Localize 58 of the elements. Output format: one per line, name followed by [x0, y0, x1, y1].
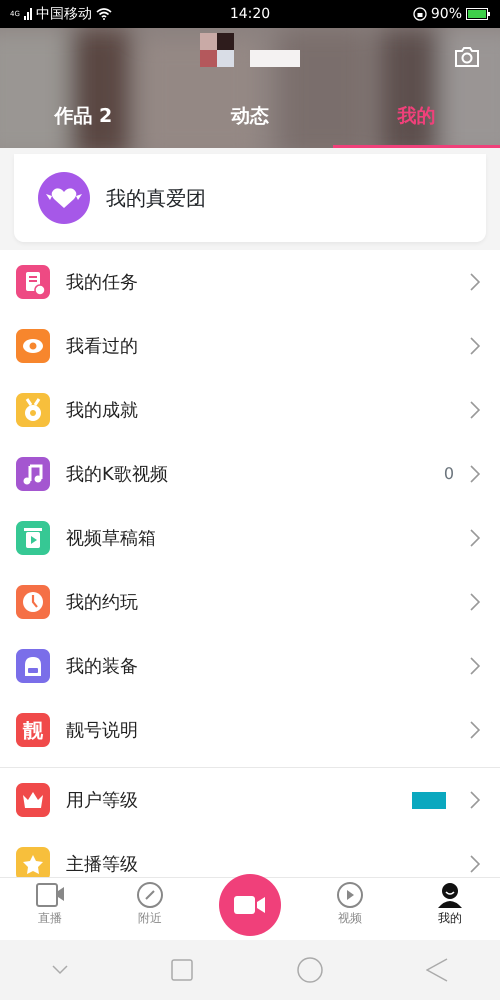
menu-item[interactable]: 我的装备	[0, 634, 500, 698]
menu-item[interactable]: 我看过的	[0, 314, 500, 378]
play-circle-icon	[336, 882, 364, 909]
carrier-label: 中国移动	[36, 4, 92, 24]
level-badge	[412, 792, 446, 808]
menu-item[interactable]: 我的K歌视频 0	[0, 442, 500, 506]
recents-icon[interactable]	[171, 959, 194, 981]
battery-label: 90%	[430, 4, 462, 24]
video-camera-icon	[234, 894, 266, 916]
heart-badge-icon	[38, 172, 90, 224]
menu-label: 主播等级	[66, 852, 139, 876]
chevron-right-icon	[470, 593, 480, 611]
clock: 14:20	[230, 4, 270, 24]
chevron-right-icon	[470, 273, 480, 291]
back-icon[interactable]	[426, 958, 448, 982]
chevron-right-icon	[470, 657, 480, 675]
chevron-right-icon	[470, 465, 480, 483]
menu-label: 视频草稿箱	[66, 526, 157, 550]
menu-item[interactable]: 我的约玩	[0, 570, 500, 634]
compass-icon	[136, 882, 164, 909]
chevron-right-icon	[470, 529, 480, 547]
rotation-lock-icon	[412, 7, 427, 21]
chevron-right-icon	[470, 721, 480, 739]
signal-icon	[24, 8, 32, 20]
menu-item[interactable]: 我的成就	[0, 378, 500, 442]
chevron-down-icon[interactable]	[52, 965, 68, 975]
menu-item[interactable]: 视频草稿箱	[0, 506, 500, 570]
menu-label: 我的装备	[66, 654, 139, 678]
fan-club-label: 我的真爱团	[106, 185, 206, 212]
home-icon[interactable]	[296, 957, 323, 983]
tab[interactable]: 作品 2	[0, 88, 167, 148]
chevron-right-icon	[470, 855, 480, 873]
menu-item[interactable]: 靓 靓号说明	[0, 698, 500, 762]
menu-label: 我的约玩	[66, 590, 139, 614]
person-icon	[436, 882, 464, 909]
nav-tab[interactable]: 直播	[0, 878, 100, 940]
menu-label: 我的任务	[66, 270, 139, 294]
menu-label: 我的K歌视频	[66, 462, 169, 486]
menu-item[interactable]: 我的任务	[0, 250, 500, 314]
menu-item[interactable]: 用户等级	[0, 768, 500, 832]
video-camera-icon	[36, 882, 64, 909]
fan-club-card[interactable]: 我的真爱团	[14, 154, 486, 242]
count-label: 0	[444, 463, 454, 485]
nav-tab[interactable]: 我的	[400, 878, 500, 940]
chevron-right-icon	[470, 337, 480, 355]
menu-label: 我的成就	[66, 398, 139, 422]
menu-label: 我看过的	[66, 334, 139, 358]
camera-icon[interactable]	[454, 46, 480, 68]
nav-tab[interactable]: 视频	[300, 878, 400, 940]
nav-tab[interactable]: 附近	[100, 878, 200, 940]
menu-label: 靓号说明	[66, 718, 139, 742]
tab[interactable]: 动态	[166, 88, 334, 148]
chevron-right-icon	[470, 791, 480, 809]
menu-label: 用户等级	[66, 788, 139, 812]
wifi-icon	[96, 8, 112, 20]
chevron-right-icon	[470, 401, 480, 419]
battery-icon	[466, 8, 490, 20]
text-badge-icon: 靓	[16, 713, 50, 747]
